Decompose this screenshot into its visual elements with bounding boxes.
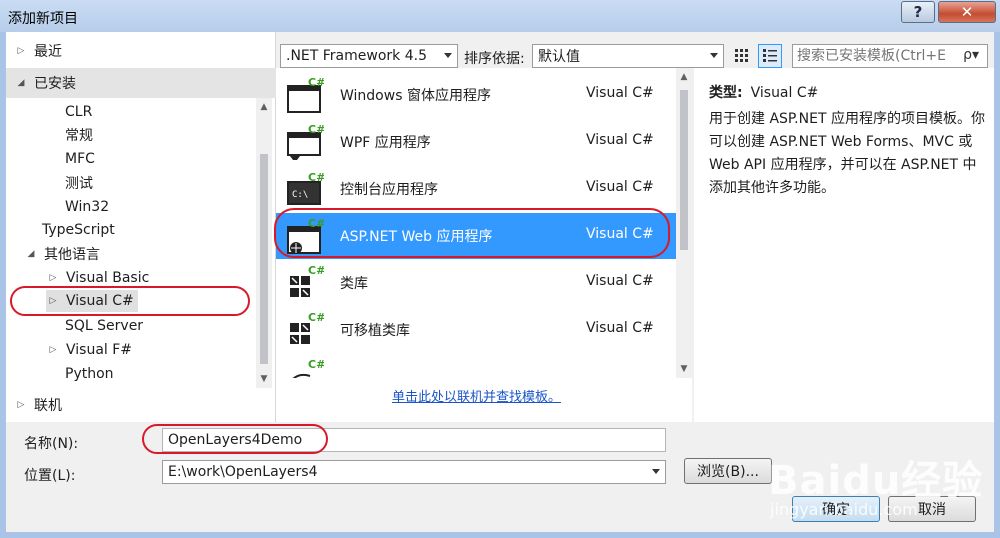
web-app-icon: C#	[287, 217, 324, 254]
tree-section-label: 已安装	[34, 76, 76, 92]
wpf-app-icon: C#	[287, 123, 324, 160]
tree-item-typescript[interactable]: TypeScript	[42, 219, 115, 241]
expand-arrow-icon[interactable]: ◢	[24, 249, 38, 259]
framework-dropdown[interactable]: .NET Framework 4.5	[280, 44, 458, 68]
tree-item-general[interactable]: 常规	[65, 124, 93, 146]
location-label: 位置(L):	[24, 468, 76, 484]
scrollbar-thumb[interactable]	[680, 90, 688, 250]
expand-arrow-icon[interactable]: ▷	[46, 345, 60, 355]
template-list-scrollbar[interactable]: ▲ ▼	[676, 68, 692, 378]
project-name-input[interactable]	[163, 429, 665, 451]
svg-text:C:\: C:\	[292, 190, 308, 200]
template-list: C# Windows 窗体应用程序 Visual C# C# WPF 应用程序 …	[276, 68, 692, 422]
sort-label: 排序依据:	[464, 51, 525, 67]
portable-library-icon: C#	[290, 311, 324, 344]
dialog-client: ▷ 最近 ◢ 已安装 CLR 常规 MFC 测试 Win32 TypeScrip…	[6, 32, 994, 532]
template-item-aspnet[interactable]: C# ASP.NET Web 应用程序 Visual C#	[276, 213, 676, 259]
search-input[interactable]	[793, 45, 953, 67]
template-item-portable-library[interactable]: C# 可移植类库 Visual C#	[276, 307, 676, 353]
scrollbar-thumb[interactable]	[260, 154, 268, 364]
svg-text:C#: C#	[308, 264, 324, 277]
title-bar: 添加新项目 ? ✕	[0, 0, 1000, 32]
search-icon[interactable]: ρ▾	[963, 47, 979, 63]
scroll-up-icon[interactable]: ▲	[676, 72, 692, 82]
scroll-down-icon[interactable]: ▼	[676, 364, 692, 374]
svg-text:C#: C#	[308, 311, 324, 324]
find-templates-online-link[interactable]: 单击此处以联机并查找模板。	[392, 386, 561, 405]
chevron-down-icon	[710, 53, 718, 58]
close-button[interactable]: ✕	[938, 1, 996, 23]
template-item-class-library[interactable]: C# 类库 Visual C#	[276, 260, 676, 306]
svg-text:C#: C#	[308, 217, 324, 230]
list-view-button[interactable]	[758, 44, 782, 68]
template-search[interactable]: ρ▾	[792, 44, 988, 68]
tree-section-online[interactable]: ▷ 联机	[6, 390, 276, 420]
sort-dropdown[interactable]: 默认值	[532, 44, 724, 68]
name-label: 名称(N):	[24, 436, 79, 452]
tree-item-clr[interactable]: CLR	[65, 101, 92, 123]
expand-arrow-icon[interactable]: ▷	[46, 273, 60, 283]
window-title: 添加新项目	[8, 11, 78, 27]
tree-section-label: 最近	[34, 44, 62, 60]
tree-scrollbar[interactable]: ▲ ▼	[256, 98, 272, 388]
description-text: 用于创建 ASP.NET 应用程序的项目模板。你可以创建 ASP.NET Web…	[709, 111, 985, 196]
template-item-partial[interactable]: C#	[276, 354, 676, 378]
list-view-icon	[763, 49, 777, 62]
template-item-console[interactable]: C:\ C# 控制台应用程序 Visual C#	[276, 166, 676, 212]
tree-item-visual-fsharp[interactable]: ▷ Visual F#	[46, 339, 133, 361]
tree-section-installed[interactable]: ◢ 已安装	[6, 68, 276, 98]
tree-item-test[interactable]: 测试	[65, 172, 93, 194]
template-item-windows-forms[interactable]: C# Windows 窗体应用程序 Visual C#	[276, 72, 676, 118]
scroll-up-icon[interactable]: ▲	[256, 102, 272, 112]
small-icons-view-button[interactable]	[730, 44, 754, 68]
cancel-button[interactable]: 取消	[888, 496, 976, 522]
tree-item-mfc[interactable]: MFC	[65, 148, 95, 170]
grid-view-icon	[735, 49, 748, 62]
svg-text:C#: C#	[308, 171, 324, 184]
help-button[interactable]: ?	[901, 1, 935, 23]
project-name-field[interactable]	[162, 428, 666, 452]
console-app-icon: C:\ C#	[287, 171, 324, 205]
tree-section-recent[interactable]: ▷ 最近	[6, 36, 276, 66]
tree-item-visual-csharp[interactable]: ▷ Visual C#	[46, 290, 138, 312]
template-description: 类型: Visual C# 用于创建 ASP.NET 应用程序的项目模板。你可以创…	[694, 68, 994, 422]
tree-item-visual-basic[interactable]: ▷ Visual Basic	[46, 267, 150, 289]
svg-text:C#: C#	[308, 123, 324, 136]
ok-button[interactable]: 确定	[792, 496, 880, 522]
svg-text:C#: C#	[308, 76, 324, 89]
template-type: 类型: Visual C#	[709, 85, 819, 101]
svg-text:C#: C#	[308, 358, 324, 371]
location-dropdown[interactable]: E:\work\OpenLayers4	[162, 460, 666, 484]
tree-item-sql-server[interactable]: SQL Server	[65, 315, 143, 337]
expand-arrow-icon[interactable]: ▷	[46, 296, 60, 306]
browse-button[interactable]: 浏览(B)...	[684, 458, 772, 484]
chevron-down-icon	[444, 53, 452, 58]
tree-item-python[interactable]: Python	[65, 363, 114, 385]
scroll-down-icon[interactable]: ▼	[256, 374, 272, 384]
template-item-wpf[interactable]: C# WPF 应用程序 Visual C#	[276, 119, 676, 165]
template-tree: ▷ 最近 ◢ 已安装 CLR 常规 MFC 测试 Win32 TypeScrip…	[6, 32, 276, 422]
tree-item-other-languages[interactable]: ◢ 其他语言	[24, 243, 100, 265]
tree-item-win32[interactable]: Win32	[65, 196, 109, 218]
chevron-down-icon	[652, 469, 660, 474]
template-icon: C#	[292, 358, 324, 378]
window-app-icon: C#	[287, 76, 324, 113]
tree-section-label: 联机	[34, 398, 62, 414]
class-library-icon: C#	[290, 264, 324, 297]
